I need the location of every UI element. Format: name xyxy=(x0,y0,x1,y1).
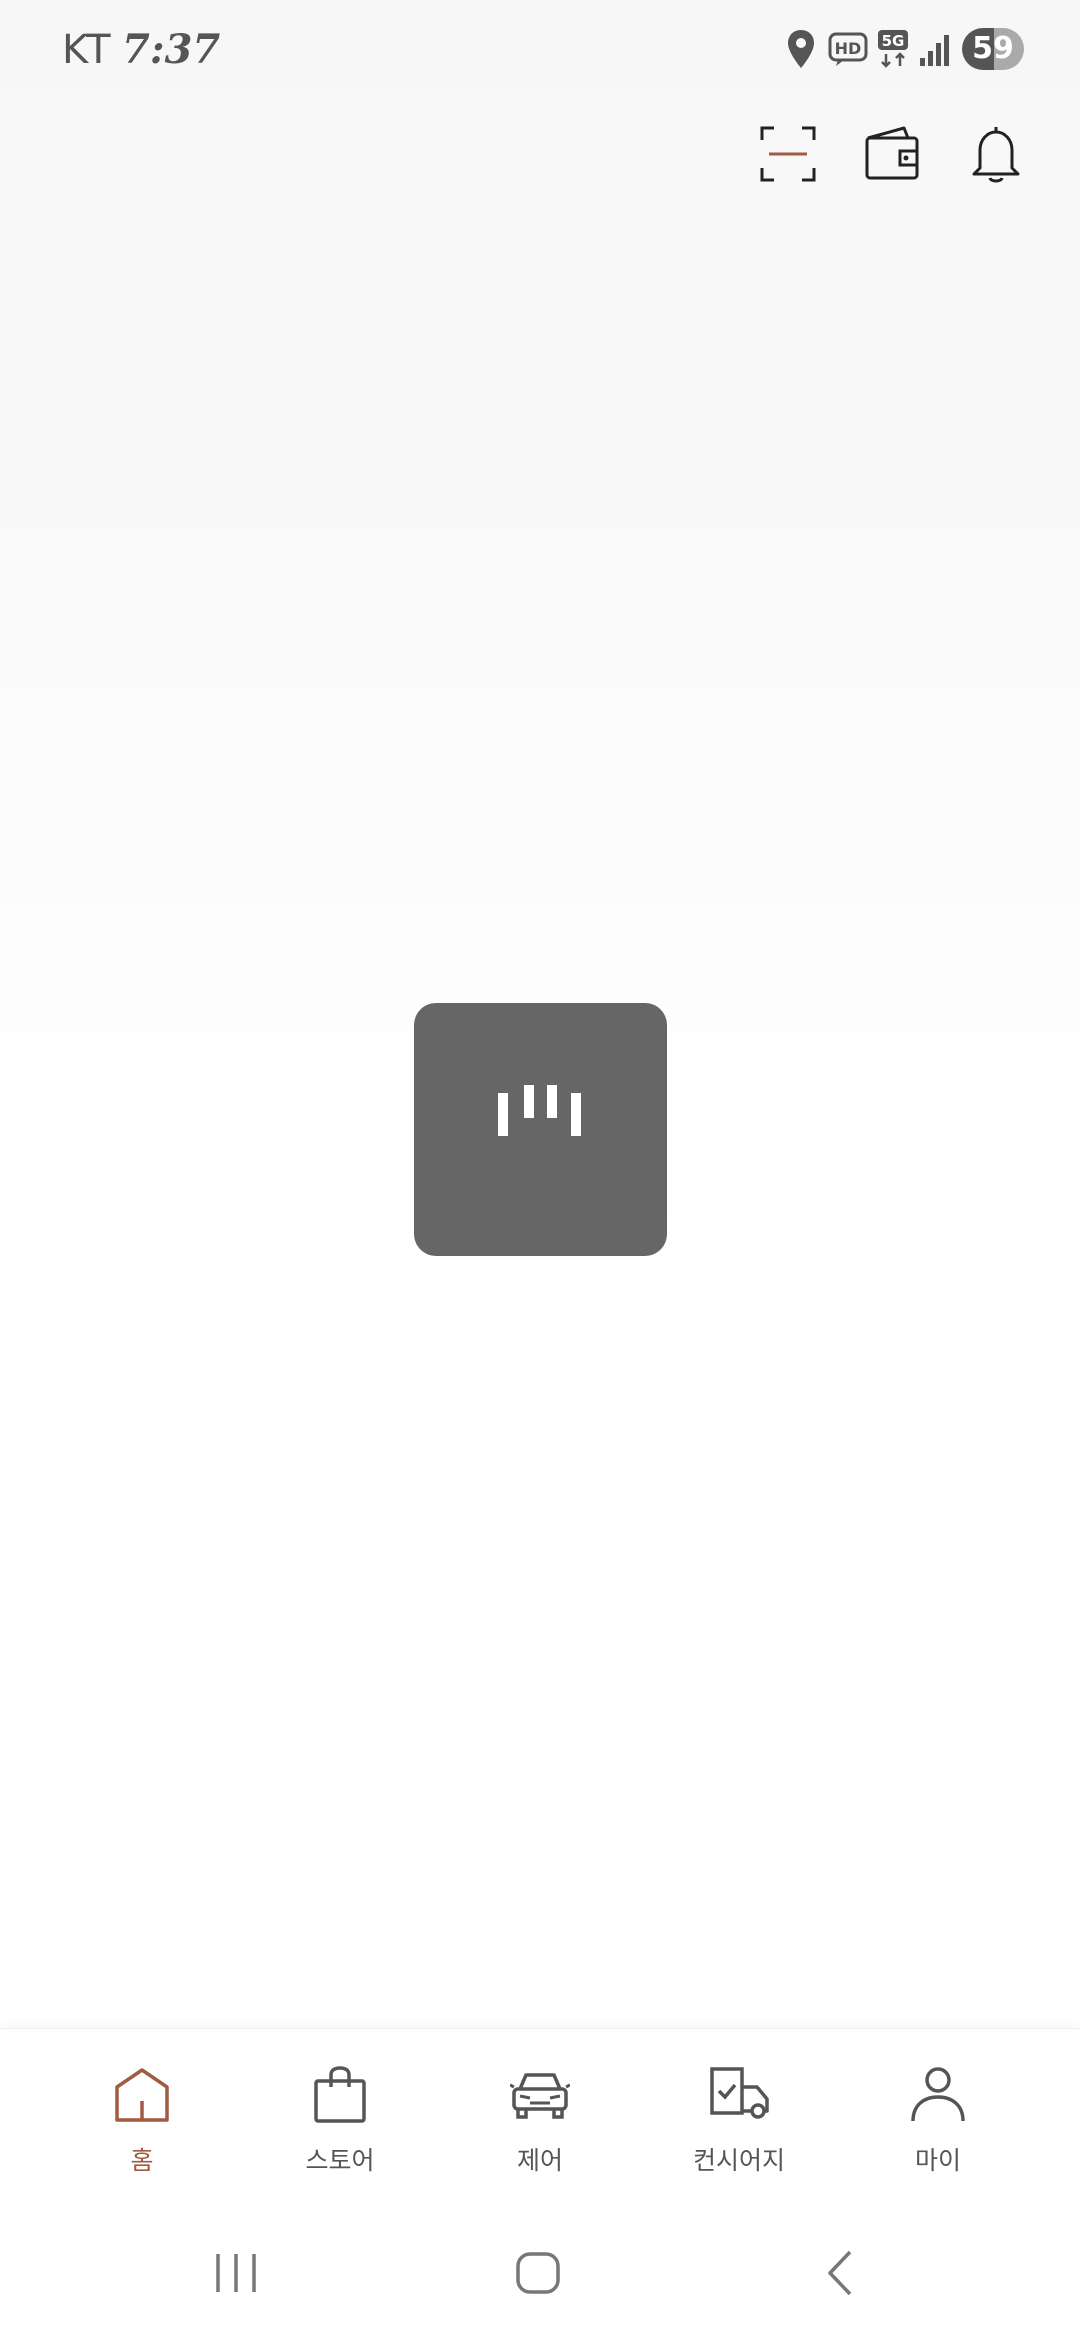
hd-voice-icon: HD xyxy=(828,32,868,72)
nav-item-concierge[interactable]: 컨시어지 xyxy=(639,2029,839,2209)
nav-label-control: 제어 xyxy=(516,2146,563,2175)
location-icon xyxy=(786,28,816,76)
nav-label-store: 스토어 xyxy=(305,2146,375,2175)
nav-label-my: 마이 xyxy=(914,2146,961,2175)
concierge-truck-icon xyxy=(709,2065,769,2125)
loading-indicator xyxy=(414,1003,667,1256)
battery-icon: 59 xyxy=(962,28,1024,70)
5g-data-icon: 5G xyxy=(876,28,910,74)
notification-button[interactable] xyxy=(966,126,1026,186)
nav-label-home: 홈 xyxy=(130,2146,154,2175)
qr-scan-icon xyxy=(760,126,816,186)
nav-item-store[interactable]: 스토어 xyxy=(240,2029,440,2209)
qr-scan-button[interactable] xyxy=(758,126,818,186)
status-time: 7:37 xyxy=(122,26,221,73)
car-icon xyxy=(509,2065,571,2125)
back-button[interactable] xyxy=(790,2228,890,2318)
shopping-bag-icon xyxy=(310,2065,370,2125)
recent-apps-button[interactable] xyxy=(186,2228,286,2318)
nav-item-home[interactable]: 홈 xyxy=(42,2029,242,2209)
nav-label-concierge: 컨시어지 xyxy=(692,2146,785,2175)
signal-icon xyxy=(918,32,952,72)
svg-text:5G: 5G xyxy=(882,32,905,50)
wallet-button[interactable] xyxy=(862,126,922,186)
bottom-navigation: 홈 스토어 제어 컨시어지 마이 xyxy=(0,2028,1080,2209)
person-icon xyxy=(908,2065,968,2125)
carrier-name: KT xyxy=(62,27,112,73)
home-system-button[interactable] xyxy=(488,2228,588,2318)
system-navigation-bar xyxy=(0,2208,1080,2340)
home-icon xyxy=(112,2065,172,2125)
status-bar: KT 7:37 HD 5G 59 xyxy=(0,0,1080,100)
bell-icon xyxy=(968,124,1024,188)
nav-item-my[interactable]: 마이 xyxy=(838,2029,1038,2209)
svg-text:HD: HD xyxy=(835,39,862,58)
nav-item-control[interactable]: 제어 xyxy=(440,2029,640,2209)
wallet-icon xyxy=(864,126,920,186)
